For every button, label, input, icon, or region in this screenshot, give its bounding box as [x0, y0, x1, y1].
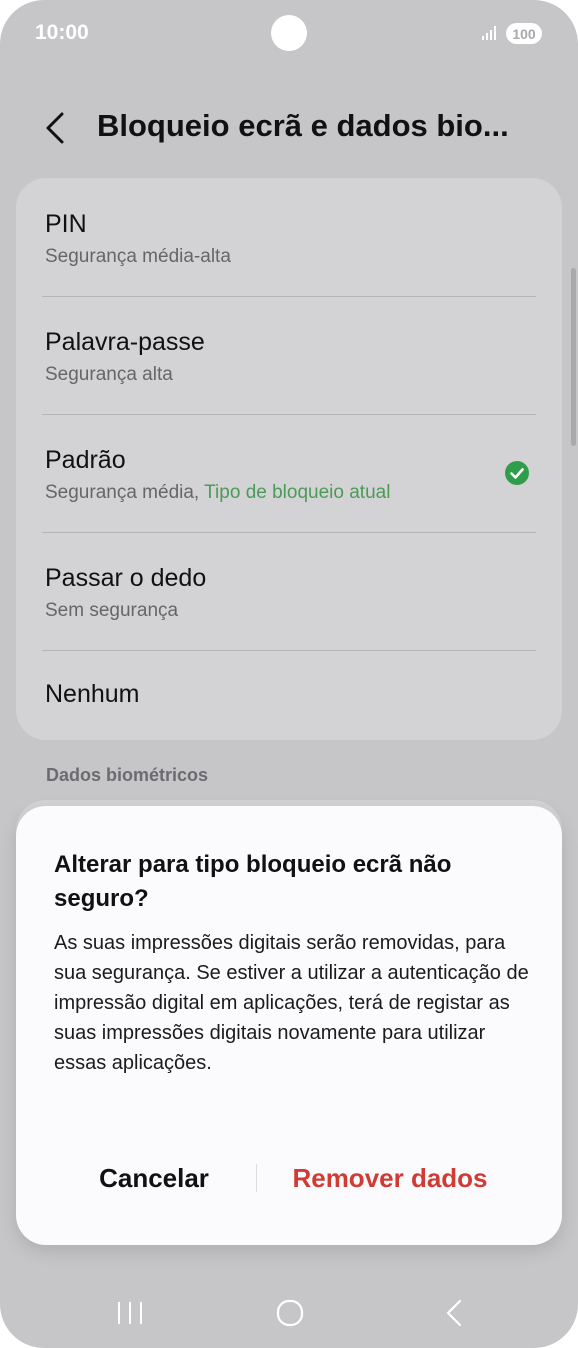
option-subtitle: Segurança média, Tipo de bloqueio atual	[45, 482, 390, 504]
check-circle-icon	[505, 461, 529, 485]
option-swipe[interactable]: Passar o dedo Sem segurança	[16, 532, 562, 650]
option-title: PIN	[45, 210, 87, 238]
battery-icon: 100	[506, 23, 542, 44]
battery-level: 100	[512, 25, 536, 42]
home-icon[interactable]	[270, 1293, 310, 1333]
page-title: Bloqueio ecrã e dados bio...	[97, 108, 509, 143]
button-separator	[256, 1164, 257, 1192]
option-title: Palavra-passe	[45, 328, 205, 356]
option-subtitle: Segurança média-alta	[45, 246, 231, 267]
current-lock-label: Tipo de bloqueio atual	[204, 482, 391, 503]
remove-data-button[interactable]: Remover dados	[272, 1158, 508, 1198]
cancel-button[interactable]: Cancelar	[56, 1158, 252, 1198]
option-subtitle-text: Segurança média,	[45, 482, 200, 503]
dialog-title: Alterar para tipo bloqueio ecrã não segu…	[54, 851, 452, 912]
signal-icon	[482, 26, 496, 40]
option-password[interactable]: Palavra-passe Segurança alta	[16, 296, 562, 414]
status-time: 10:00	[35, 21, 89, 44]
option-title: Padrão	[45, 446, 126, 474]
front-camera	[271, 15, 307, 51]
scrollbar[interactable]	[571, 268, 576, 446]
option-pattern[interactable]: Padrão Segurança média, Tipo de bloqueio…	[16, 414, 562, 532]
back-icon[interactable]	[436, 1293, 476, 1333]
dialog-message: As suas impressões digitais serão removi…	[54, 932, 529, 1074]
option-subtitle: Sem segurança	[45, 600, 179, 621]
option-title: Nenhum	[45, 680, 140, 708]
phone-screen: 10:00 100 Bloqueio ecrã e dados bio... P…	[0, 0, 578, 1348]
option-none[interactable]: Nenhum	[16, 650, 562, 740]
lock-type-list: PIN Segurança média-alta Palavra-passe S…	[16, 178, 562, 740]
option-pin[interactable]: PIN Segurança média-alta	[16, 178, 562, 296]
section-header-biometrics: Dados biométricos	[46, 765, 209, 785]
recent-apps-icon[interactable]	[110, 1293, 150, 1333]
back-chevron-icon[interactable]	[42, 110, 72, 146]
option-subtitle: Segurança alta	[45, 364, 173, 385]
option-title: Passar o dedo	[45, 564, 207, 592]
confirm-dialog: Alterar para tipo bloqueio ecrã não segu…	[16, 806, 562, 1245]
